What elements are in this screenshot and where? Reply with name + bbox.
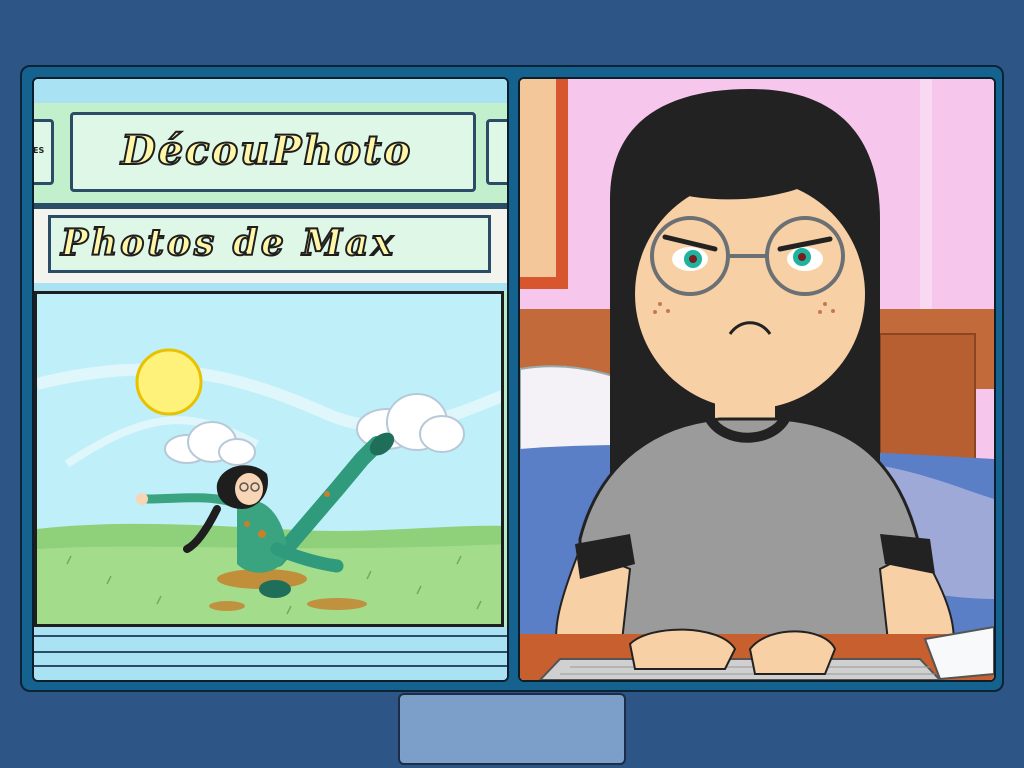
dialogue-box[interactable] xyxy=(398,693,626,765)
sun-icon xyxy=(135,348,203,416)
bottom-line-1 xyxy=(34,635,507,637)
left-nav-tab[interactable]: ES xyxy=(33,119,54,185)
site-title-banner[interactable]: DécouPhoto xyxy=(70,112,476,192)
bottom-line-2 xyxy=(34,651,507,653)
face xyxy=(635,179,865,409)
bottom-line-3 xyxy=(34,665,507,667)
photo-illustration xyxy=(37,294,501,624)
keyboard[interactable] xyxy=(538,658,942,680)
left-tab-label: ES xyxy=(33,146,45,155)
kicking-girl-photo[interactable] xyxy=(34,291,504,627)
comic-frame: ES DécouPhoto Photos de Max xyxy=(20,65,1004,692)
browser-panel: ES DécouPhoto Photos de Max xyxy=(32,77,509,682)
right-nav-tab[interactable] xyxy=(486,119,507,185)
page-heading-box: Photos de Max xyxy=(48,215,491,273)
right-hand xyxy=(748,630,837,675)
site-title: DécouPhoto xyxy=(120,126,413,175)
character-panel xyxy=(518,77,996,682)
girl-with-glasses-typing xyxy=(520,79,994,680)
page-heading: Photos de Max xyxy=(60,221,396,265)
left-hand xyxy=(628,628,737,670)
photo-top-strip xyxy=(34,283,507,291)
browser-top-strip xyxy=(34,79,507,103)
nightstand xyxy=(879,333,976,475)
